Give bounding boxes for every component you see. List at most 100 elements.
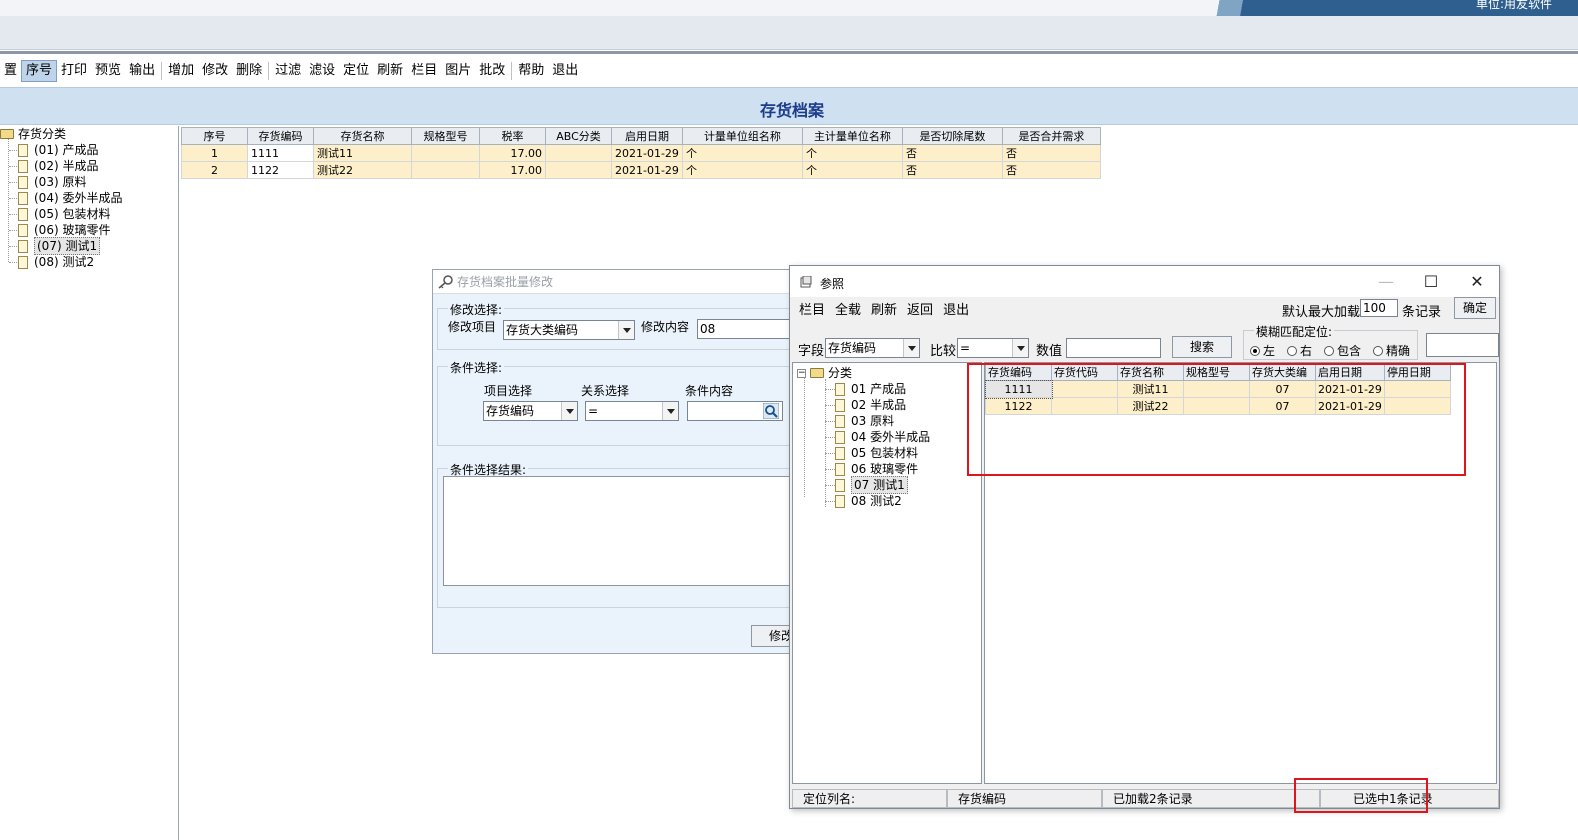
tree-item[interactable]: (08) 测试2: [18, 254, 94, 270]
ref-table-row[interactable]: 1122 测试22 07 2021-01-29: [985, 397, 1451, 415]
toolbar-button-1[interactable]: 序号: [21, 60, 58, 82]
ref-table-cell[interactable]: [1183, 380, 1250, 398]
table-cell[interactable]: 个: [801, 161, 903, 179]
table-cell[interactable]: 个: [681, 144, 803, 162]
ref-table-cell[interactable]: [1383, 397, 1451, 415]
fuzzy-option[interactable]: 右: [1287, 342, 1312, 359]
toolbar-button-12[interactable]: 栏目: [407, 60, 441, 82]
table-cell[interactable]: 否: [901, 144, 1003, 162]
ref-toolbar-button-4[interactable]: 退出: [938, 300, 974, 322]
column-header[interactable]: 存货编码: [247, 127, 314, 145]
table-cell[interactable]: [545, 161, 612, 179]
ref-tree-item[interactable]: 05 包装材料: [835, 445, 918, 461]
ref-toolbar-button-2[interactable]: 刷新: [866, 300, 902, 322]
ref-table-row[interactable]: 1111 测试11 07 2021-01-29: [985, 379, 1451, 399]
ref-column-header[interactable]: 存货代码: [1051, 363, 1118, 381]
modify-item-select[interactable]: 存货大类编码: [503, 320, 635, 340]
table-row[interactable]: 1 1111 测试11 17.00 2021-01-29 个个否否: [181, 144, 1101, 162]
table-cell[interactable]: 2: [181, 161, 248, 179]
table-cell[interactable]: 1111: [247, 144, 314, 162]
toolbar-button-2[interactable]: 打印: [57, 60, 91, 82]
table-cell[interactable]: 否: [1001, 144, 1101, 162]
ref-table-cell[interactable]: 2021-01-29: [1315, 380, 1385, 398]
toolbar-button-10[interactable]: 定位: [339, 60, 373, 82]
toolbar-button-9[interactable]: 滤设: [305, 60, 339, 82]
fuzzy-option[interactable]: 精确: [1373, 342, 1410, 359]
column-header[interactable]: 序号: [181, 127, 248, 145]
field-select[interactable]: 存货编码: [825, 338, 920, 358]
toolbar-button-16[interactable]: 退出: [548, 60, 582, 82]
table-cell[interactable]: 17.00: [479, 161, 546, 179]
result-list[interactable]: [443, 476, 793, 586]
ref-column-header[interactable]: 停用日期: [1383, 363, 1451, 381]
search-icon[interactable]: [763, 403, 779, 419]
modify-button[interactable]: 修改: [751, 625, 793, 647]
table-cell[interactable]: 测试11: [313, 144, 412, 162]
tree-item[interactable]: (01) 产成品: [18, 142, 98, 158]
ref-table-cell[interactable]: 1122: [985, 397, 1052, 415]
ref-table-cell[interactable]: [1051, 397, 1118, 415]
ref-toolbar-button-0[interactable]: 栏目: [794, 300, 830, 322]
table-cell[interactable]: 否: [901, 161, 1003, 179]
collapse-icon[interactable]: −: [797, 368, 806, 378]
ref-column-header[interactable]: 规格型号: [1183, 363, 1250, 381]
ref-tree-item[interactable]: 03 原料: [835, 413, 894, 429]
tree-item[interactable]: (04) 委外半成品: [18, 190, 122, 206]
chevron-down-icon[interactable]: [561, 402, 577, 420]
table-cell[interactable]: 个: [681, 161, 803, 179]
modify-content-input[interactable]: 08: [697, 319, 793, 339]
table-cell[interactable]: 1122: [247, 161, 314, 179]
reference-titlebar[interactable]: 参照 — ☐ ✕: [790, 266, 1499, 297]
fuzzy-option[interactable]: 左: [1250, 342, 1275, 359]
chevron-down-icon[interactable]: [618, 321, 634, 339]
radio-icon[interactable]: [1373, 346, 1384, 356]
ref-tree-item[interactable]: 01 产成品: [835, 381, 906, 397]
ref-column-header[interactable]: 启用日期: [1315, 363, 1385, 381]
column-header[interactable]: 是否合并需求: [1001, 127, 1101, 145]
table-cell[interactable]: 2021-01-29: [611, 161, 683, 179]
column-header[interactable]: 是否切除尾数: [901, 127, 1003, 145]
value-input[interactable]: [1066, 338, 1161, 358]
relation-select-combo[interactable]: =: [585, 401, 679, 421]
maximize-icon[interactable]: ☐: [1421, 272, 1441, 292]
table-cell[interactable]: 2021-01-29: [611, 144, 683, 162]
table-cell[interactable]: [411, 161, 480, 179]
toolbar-button-8[interactable]: 过滤: [271, 60, 305, 82]
ref-tree-item[interactable]: 04 委外半成品: [835, 429, 930, 445]
max-load-input[interactable]: 100: [1360, 299, 1398, 317]
toolbar-button-0[interactable]: 置: [0, 60, 21, 82]
toolbar-button-11[interactable]: 刷新: [373, 60, 407, 82]
fuzzy-option[interactable]: 包含: [1324, 342, 1361, 359]
chevron-down-icon[interactable]: [903, 339, 919, 357]
fuzzy-extra-input[interactable]: [1426, 333, 1499, 357]
close-icon[interactable]: ✕: [1467, 272, 1487, 292]
toolbar-button-5[interactable]: 增加: [164, 60, 198, 82]
toolbar-button-13[interactable]: 图片: [441, 60, 475, 82]
ref-tree-item[interactable]: 06 玻璃零件: [835, 461, 918, 477]
toolbar-button-4[interactable]: 输出: [125, 60, 159, 82]
ref-table-cell[interactable]: 测试11: [1117, 380, 1184, 398]
ref-table-cell[interactable]: [1383, 380, 1451, 398]
ref-table-cell[interactable]: 2021-01-29: [1315, 397, 1385, 415]
compare-select[interactable]: =: [957, 338, 1029, 358]
column-header[interactable]: ABC分类: [545, 127, 612, 145]
tree-item[interactable]: (06) 玻璃零件: [18, 222, 110, 238]
ref-table-cell[interactable]: 1111: [985, 379, 1053, 399]
ref-table-cell[interactable]: 07: [1249, 380, 1316, 398]
search-button[interactable]: 搜索: [1172, 336, 1232, 358]
chevron-down-icon[interactable]: [662, 402, 678, 420]
tree-item[interactable]: (05) 包装材料: [18, 206, 110, 222]
column-header[interactable]: 税率: [479, 127, 546, 145]
ref-table-cell[interactable]: [1183, 397, 1250, 415]
ref-toolbar-button-1[interactable]: 全载: [830, 300, 866, 322]
radio-icon[interactable]: [1250, 346, 1260, 356]
item-select-combo[interactable]: 存货编码: [483, 401, 578, 421]
batch-dialog-titlebar[interactable]: 存货档案批量修改: [433, 270, 793, 294]
ref-table-cell[interactable]: 07: [1249, 397, 1316, 415]
ref-column-header[interactable]: 存货编码: [985, 363, 1052, 381]
table-cell[interactable]: 否: [1001, 161, 1101, 179]
tree-item[interactable]: (07) 测试1: [18, 237, 101, 255]
table-cell[interactable]: 1: [181, 144, 248, 162]
chevron-down-icon[interactable]: [1012, 339, 1028, 357]
toolbar-button-15[interactable]: 帮助: [514, 60, 548, 82]
